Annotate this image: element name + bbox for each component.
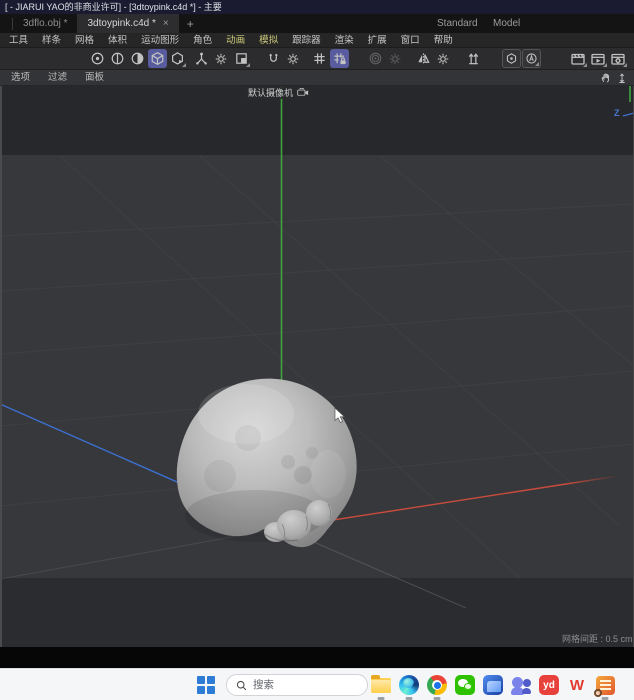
menu-spline[interactable]: 样条 [35, 33, 68, 48]
grid-group [309, 49, 349, 68]
snap-magnet-icon[interactable] [264, 49, 283, 68]
cinema4d-window: [ - JIARUI YAO的非商业许可] - [3dtoypink.c4d *… [0, 0, 634, 700]
menu-tools[interactable]: 工具 [2, 33, 35, 48]
taskbar-search[interactable] [226, 674, 368, 696]
taskbar-chrome[interactable] [425, 673, 449, 700]
viewport-menu-panel[interactable]: 面板 [76, 70, 113, 86]
axis-modification-icon[interactable] [192, 49, 211, 68]
falloff-settings-gear-icon[interactable] [386, 49, 405, 68]
start-button[interactable] [197, 676, 215, 694]
snap-group [263, 49, 303, 68]
menu-window[interactable]: 窗口 [394, 33, 427, 48]
document-reader-icon [593, 675, 615, 697]
menu-mograph[interactable]: 运动图形 [134, 33, 186, 48]
menu-render[interactable]: 渲染 [328, 33, 361, 48]
kernel-group [501, 49, 541, 68]
edges-mode-icon[interactable] [108, 49, 127, 68]
dolly-icon[interactable] [615, 71, 630, 85]
falloff-icon[interactable] [366, 49, 385, 68]
auto-mode-icon[interactable] [521, 49, 541, 68]
quantize-grid-lock-icon[interactable] [329, 49, 349, 68]
tab-label: 3dflo.obj * [23, 18, 68, 29]
taskbar-youdao[interactable]: yd [537, 673, 561, 697]
menu-mesh[interactable]: 网格 [68, 33, 101, 48]
edge-browser-icon [399, 675, 419, 695]
symmetry-icon[interactable] [414, 49, 433, 68]
render-view-icon[interactable] [569, 49, 588, 68]
symmetry-settings-gear-icon[interactable] [434, 49, 453, 68]
taskbar-blue-app[interactable] [481, 673, 505, 697]
taskbar-wechat[interactable] [453, 673, 477, 697]
app-bottom-strip [0, 647, 634, 668]
quantize-grid-icon[interactable] [310, 49, 329, 68]
menu-bar: 工具 样条 网格 体积 运动图形 角色 动画 模拟 跟踪器 渲染 扩展 窗口 帮… [0, 33, 634, 48]
camera-switch-icon[interactable] [297, 88, 309, 97]
mode-group [87, 49, 187, 68]
menu-extensions[interactable]: 扩展 [361, 33, 394, 48]
viewport-3d-canvas[interactable] [0, 86, 634, 647]
render-settings-icon[interactable] [609, 49, 628, 68]
document-tab-bar: 3dflo.obj * 3dtoypink.c4d * × + Standard… [0, 14, 634, 33]
toy-model-mesh[interactable] [176, 378, 357, 548]
search-icon [236, 680, 247, 690]
polygons-mode-icon[interactable] [128, 49, 147, 68]
pan-hand-icon[interactable] [599, 71, 614, 85]
file-explorer-icon [371, 674, 391, 693]
close-tab-icon[interactable]: × [163, 14, 169, 33]
blue-app-icon [483, 675, 503, 695]
windows-logo-icon [197, 676, 205, 684]
viewport-nav-controls [598, 71, 630, 85]
modeling-kernel-icon[interactable] [501, 49, 521, 68]
gizmo-z-label: Z [614, 108, 620, 118]
menu-volume[interactable]: 体积 [101, 33, 134, 48]
menu-animate[interactable]: 动画 [219, 33, 252, 48]
taskbar-teams[interactable] [509, 673, 533, 697]
points-mode-icon[interactable] [88, 49, 107, 68]
symmetry-group [413, 49, 453, 68]
new-tab-button[interactable]: + [179, 17, 202, 31]
taskbar-file-explorer[interactable] [369, 673, 393, 700]
youdao-dict-icon: yd [539, 675, 559, 695]
workplane-icon[interactable] [232, 49, 251, 68]
menu-help[interactable]: 帮助 [427, 33, 460, 48]
wps-office-icon: W [569, 676, 585, 694]
grid-spacing-label: 网格间距 : 0.5 cm [562, 634, 633, 644]
falloff-group [365, 49, 405, 68]
axis-settings-gear-icon[interactable] [212, 49, 231, 68]
tab-3dtoypink[interactable]: 3dtoypink.c4d * × [77, 14, 179, 33]
render-picture-viewer-icon[interactable] [589, 49, 608, 68]
windows-taskbar: yd W [0, 668, 634, 700]
teams-icon [511, 675, 531, 695]
search-input[interactable] [253, 679, 353, 691]
normal-move-group [463, 49, 483, 68]
render-group [568, 49, 628, 68]
viewport-menu-bar: 选项 过滤 面板 [0, 70, 634, 86]
taskbar-edge[interactable] [397, 673, 421, 700]
model-mode-icon[interactable] [147, 49, 167, 68]
viewport-menu-filter[interactable]: 过滤 [39, 70, 76, 86]
tab-3dflo[interactable]: 3dflo.obj * [13, 14, 77, 33]
taskbar-doc-reader[interactable] [593, 673, 617, 700]
camera-label[interactable]: 默认摄像机 [245, 86, 313, 99]
layout-dropdown-standard[interactable]: Standard [437, 14, 478, 33]
menu-simulate[interactable]: 模拟 [252, 33, 285, 48]
snap-settings-gear-icon[interactable] [284, 49, 303, 68]
taskbar-wps[interactable]: W [565, 673, 589, 697]
camera-label-text: 默认摄像机 [248, 88, 294, 98]
layout-dropdown-model[interactable]: Model [493, 14, 520, 33]
window-title: [ - JIARUI YAO的非商业许可] - [3dtoypink.c4d *… [5, 2, 222, 12]
viewport-menu-options[interactable]: 选项 [2, 70, 39, 86]
wechat-icon [455, 675, 475, 695]
texture-axis-mode-icon[interactable] [168, 49, 187, 68]
axis-group [191, 49, 251, 68]
menu-tracker[interactable]: 跟踪器 [285, 33, 328, 48]
window-edge-left [0, 86, 2, 647]
tab-label: 3dtoypink.c4d * [87, 18, 156, 29]
chrome-browser-icon [427, 675, 447, 695]
main-toolbar [0, 48, 634, 70]
viewport-scene [0, 86, 634, 609]
menu-character[interactable]: 角色 [186, 33, 219, 48]
normal-move-icon[interactable] [464, 49, 483, 68]
title-bar: [ - JIARUI YAO的非商业许可] - [3dtoypink.c4d *… [0, 0, 634, 14]
